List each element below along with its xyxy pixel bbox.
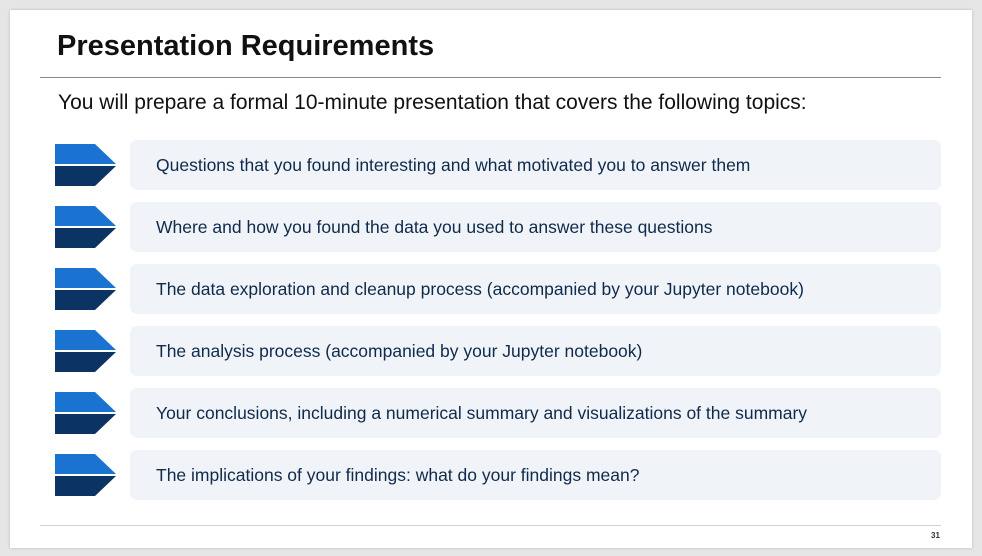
- topic-text: Questions that you found interesting and…: [156, 155, 751, 175]
- chevron-arrow-icon: [55, 144, 116, 186]
- chevron-arrow-icon: [55, 268, 116, 310]
- topic-text: Where and how you found the data you use…: [156, 217, 713, 237]
- title-divider: [40, 77, 941, 78]
- chevron-arrow-icon: [55, 392, 116, 434]
- list-item: Your conclusions, including a numerical …: [55, 388, 941, 438]
- topic-box: Questions that you found interesting and…: [130, 140, 941, 190]
- chevron-arrow-icon: [55, 330, 116, 372]
- list-item: Questions that you found interesting and…: [55, 140, 941, 190]
- footer-divider: [40, 525, 941, 526]
- slide-title: Presentation Requirements: [57, 30, 435, 62]
- topic-box: Where and how you found the data you use…: [130, 202, 941, 252]
- slide-subtitle: You will prepare a formal 10-minute pres…: [58, 91, 807, 114]
- topic-box: The data exploration and cleanup process…: [130, 264, 941, 314]
- chevron-arrow-icon: [55, 454, 116, 496]
- list-item: The analysis process (accompanied by you…: [55, 326, 941, 376]
- slide: Presentation Requirements You will prepa…: [10, 10, 972, 548]
- list-item: The implications of your findings: what …: [55, 450, 941, 500]
- page-number: 31: [931, 531, 940, 540]
- chevron-arrow-icon: [55, 206, 116, 248]
- list-item: The data exploration and cleanup process…: [55, 264, 941, 314]
- topic-text: Your conclusions, including a numerical …: [156, 403, 808, 423]
- list-item: Where and how you found the data you use…: [55, 202, 941, 252]
- topic-box: The implications of your findings: what …: [130, 450, 941, 500]
- topic-text: The data exploration and cleanup process…: [156, 279, 804, 299]
- topic-text: The analysis process (accompanied by you…: [156, 341, 643, 361]
- topic-text: The implications of your findings: what …: [156, 465, 640, 485]
- topic-box: The analysis process (accompanied by you…: [130, 326, 941, 376]
- topic-box: Your conclusions, including a numerical …: [130, 388, 941, 438]
